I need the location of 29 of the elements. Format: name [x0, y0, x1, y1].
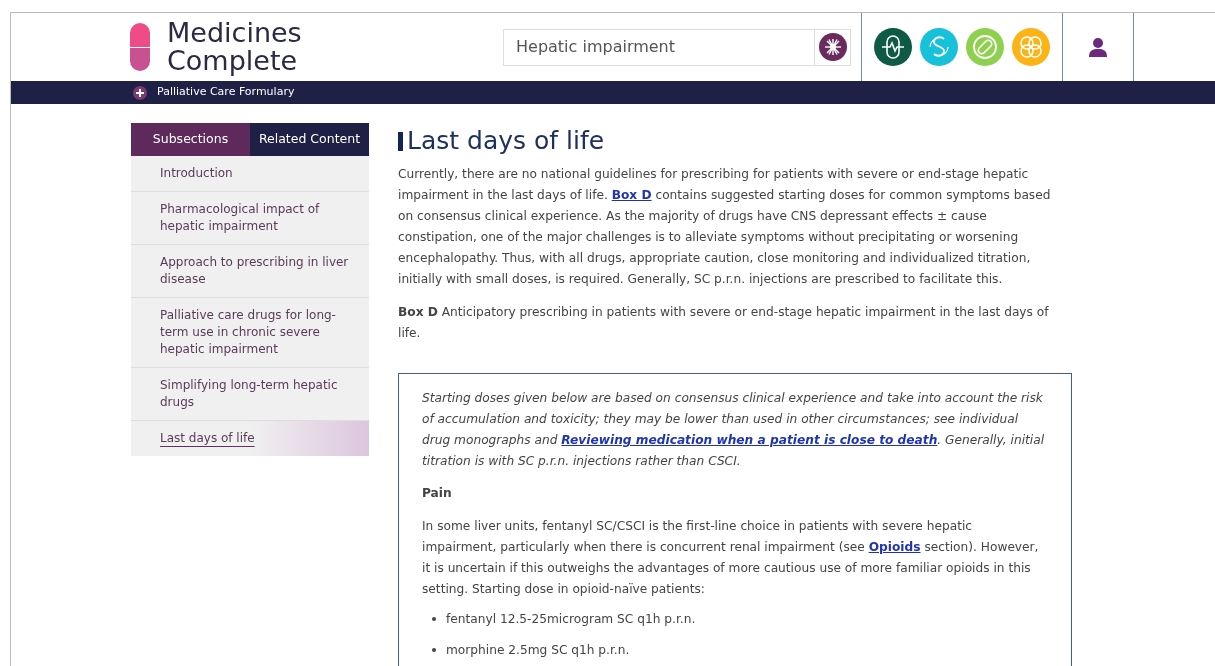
- search-scope-button[interactable]: [814, 29, 850, 65]
- search-field[interactable]: Hepatic impairment: [503, 28, 851, 66]
- article-title: Last days of life: [407, 126, 605, 156]
- sidebar-tab[interactable]: Subsections: [131, 123, 250, 156]
- box-paragraph: In some liver units, fentanyl SC/CSCI is the first-line choice in patients with severe hepatic impairment, particularly when there is concurrent renal impairment (see Opioids section). However, it is uncertain if this outweighs the advantages of more cautious use of more familiar opioids in this setting. Starting dose in opioid-naïve patients:: [422, 518, 1040, 599]
- sidebar-item[interactable]: Introduction: [131, 156, 369, 191]
- article-paragraph: Box D Anticipatory prescribing in patients with severe or end-stage hepatic impairment in the last days of life.: [398, 304, 1050, 342]
- sidebar-item[interactable]: Last days of life: [131, 420, 369, 456]
- sidebar-item[interactable]: Pharmacological impact of hepatic impairment: [131, 191, 369, 244]
- brand-name: Complete: [167, 47, 299, 75]
- sidebar-item[interactable]: Approach to prescribing in liver disease: [131, 244, 369, 297]
- bullet-icon: [432, 617, 436, 622]
- inline-link[interactable]: Box D: [611, 188, 652, 202]
- bullet-item: morphine 2.5mg SC q1h p.r.n.: [446, 641, 630, 659]
- plus-badge-icon: [133, 85, 147, 100]
- user-account-icon[interactable]: [1088, 37, 1108, 57]
- sidebar-item[interactable]: Palliative care drugs for long-term use in chronic severe hepatic impairment: [131, 297, 369, 367]
- box-note: Starting doses given below are based on consensus clinical experience and take into account the risk of accumulation and toxicity; they may be lower than used in other circumstances; see individual drug monographs and Reviewing medication when a patient is close to death. Generally, initial titration is with SC p.r.n. injections rather than CSCI.: [422, 390, 1046, 470]
- title-marker: [398, 131, 403, 151]
- capsule-logo-icon: [129, 22, 151, 72]
- product-title[interactable]: Palliative Care Formulary: [157, 84, 295, 101]
- bullet-icon: [432, 647, 436, 652]
- brand-name: Medicines: [167, 19, 302, 47]
- box-heading: Pain: [422, 485, 453, 502]
- inline-link[interactable]: Opioids: [868, 540, 921, 555]
- article-paragraph: Currently, there are no national guidelines for prescribing for patients with severe or end-stage hepatic impairment in the last days of life. Box D contains suggested starting doses for common symptoms based on consensus clinical experience. As the majority of drugs have CNS depressant effects ± cause constipation, one of the major challenges is to alleviate symptoms without precipitating or worsening encephalopathy. Thus, with all drugs, appropriate caution, close monitoring and individualized titration, initially with small doses, is required. Generally, SC p.r.n. injections are prescribed to facilitate this.: [398, 166, 1052, 288]
- sidebar-tab[interactable]: Related Content: [250, 123, 369, 156]
- bullet-item: fentanyl 12.5-25microgram SC q1h p.r.n.: [446, 611, 696, 629]
- heartbeat-capsule-icon[interactable]: [874, 28, 912, 66]
